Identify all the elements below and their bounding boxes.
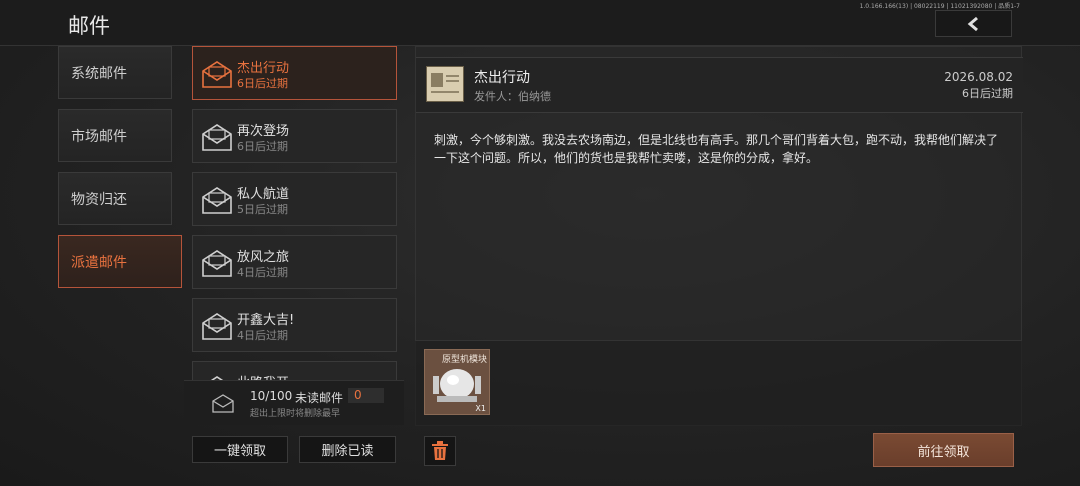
mail-sender: 发件人：伯纳德 (474, 90, 551, 103)
chevron-left-icon (967, 16, 978, 31)
category-label: 系统邮件 (71, 65, 127, 82)
mail-item[interactable]: 放风之旅 4日后过期 (192, 235, 397, 289)
unread-label: 未读邮件 (295, 391, 344, 405)
category-market[interactable]: 市场邮件 (58, 109, 172, 162)
limit-note: 超出上限时将删除最早 (250, 409, 341, 419)
category-label: 物资归还 (71, 191, 127, 208)
mail-expire: 6日后过期 (237, 77, 288, 90)
category-supplies-return[interactable]: 物资归还 (58, 172, 172, 225)
attachment-name: 原型机模块 (442, 355, 488, 365)
mail-detail-header: 杰出行动 发件人：伯纳德 2026.08.02 6日后过期 (416, 57, 1023, 113)
envelope-icon (212, 394, 234, 413)
mail-item[interactable]: 开鑫大吉! 4日后过期 (192, 298, 397, 352)
unread-count: 0 (348, 388, 384, 403)
trash-icon (432, 441, 448, 460)
mail-title: 此路我开 (237, 372, 289, 380)
envelope-icon (202, 124, 232, 151)
category-label: 市场邮件 (71, 128, 127, 145)
version-info: 1.0.166.166(13) | 08022119 | 11021392080… (859, 3, 1020, 10)
envelope-icon (202, 313, 232, 340)
mail-detail-title: 杰出行动 (474, 70, 530, 86)
back-button[interactable] (935, 10, 1012, 37)
envelope-icon (202, 250, 232, 277)
attachment-item[interactable]: 原型机模块 X1 (424, 349, 490, 415)
envelope-open-icon (202, 61, 232, 88)
category-label: 派遣邮件 (71, 254, 127, 271)
mail-count: 10/100 (250, 389, 293, 403)
claim-all-button[interactable]: 一键领取 (192, 436, 288, 463)
envelope-icon (202, 187, 232, 214)
mail-item[interactable]: 杰出行动 6日后过期 (192, 46, 397, 100)
delete-mail-button[interactable] (424, 436, 456, 466)
letter-icon (426, 66, 464, 102)
mail-item[interactable]: 此路我开 (192, 361, 397, 380)
page-title: 邮件 (68, 14, 110, 38)
mail-body: 刺激，今个够刺激。我没去农场南边，但是北线也有高手。那几个哥们背着大包，跑不动，… (434, 133, 999, 165)
mail-title: 开鑫大吉! (237, 313, 295, 328)
mail-expire: 6日后过期 (237, 140, 288, 153)
mail-item[interactable]: 再次登场 6日后过期 (192, 109, 397, 163)
mail-expire: 4日后过期 (237, 266, 288, 279)
go-claim-button[interactable]: 前往领取 (873, 433, 1014, 467)
mail-title: 放风之旅 (237, 250, 290, 265)
attachment-quantity: X1 (475, 404, 486, 413)
mail-counter-panel: 10/100 未读邮件 0 超出上限时将删除最早 (184, 380, 404, 425)
mail-item[interactable]: 私人航道 5日后过期 (192, 172, 397, 226)
mail-date: 2026.08.02 (944, 70, 1013, 84)
attachment-bar (415, 340, 1022, 426)
mail-title: 私人航道 (237, 187, 290, 202)
mail-expire: 4日后过期 (237, 329, 288, 342)
mail-expire: 5日后过期 (237, 203, 288, 216)
mail-detail-expire: 6日后过期 (962, 87, 1013, 100)
top-bar: 邮件 1.0.166.166(13) | 08022119 | 11021392… (0, 0, 1080, 46)
category-dispatch[interactable]: 派遣邮件 (58, 235, 182, 288)
mail-list[interactable]: 杰出行动 6日后过期 再次登场 6日后过期 私人航道 5日后过期 放风之旅 4日… (192, 46, 397, 380)
mail-title: 再次登场 (237, 124, 290, 139)
category-system[interactable]: 系统邮件 (58, 46, 172, 99)
delete-read-button[interactable]: 删除已读 (299, 436, 396, 463)
mail-title: 杰出行动 (237, 61, 290, 76)
